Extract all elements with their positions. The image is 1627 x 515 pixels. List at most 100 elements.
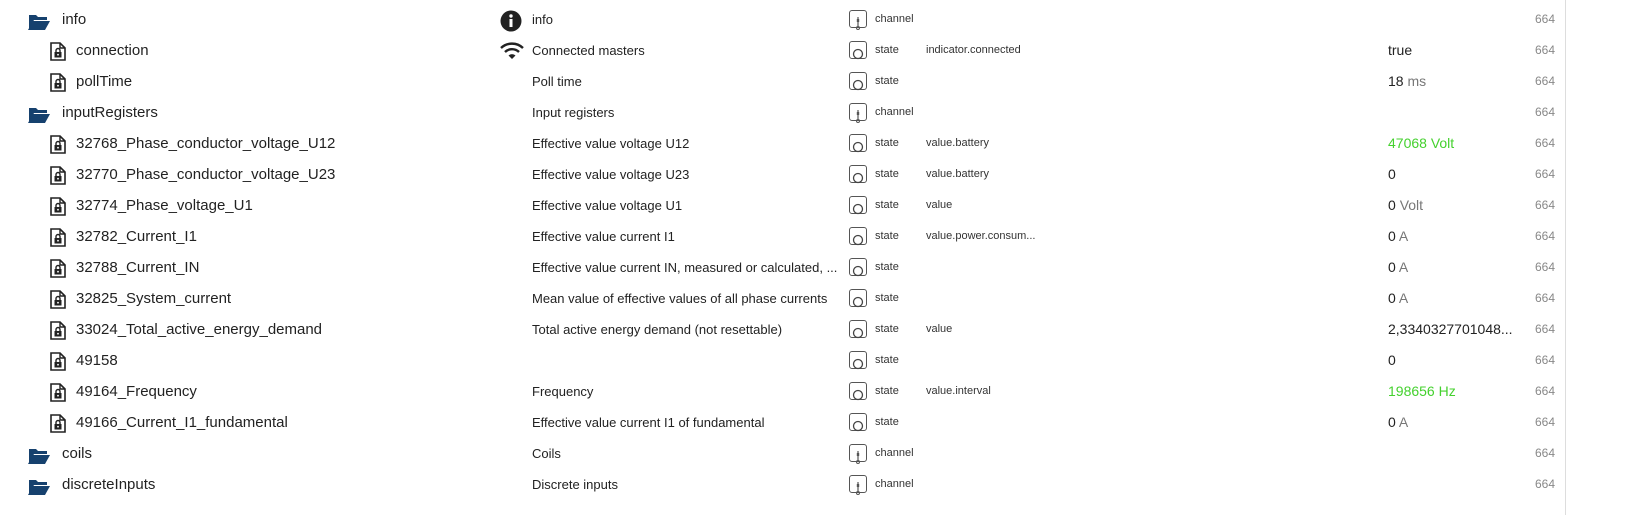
- object-type: state: [875, 199, 899, 211]
- tree-state-row[interactable]: 49166_Current_I1_fundamental Effective va…: [0, 407, 1627, 438]
- folder-open-icon[interactable]: [28, 476, 50, 495]
- object-name: Coils: [532, 446, 561, 461]
- file-lock-icon[interactable]: [50, 72, 66, 92]
- tree-state-row[interactable]: pollTime Poll time state 18 ms 664: [0, 66, 1627, 97]
- file-lock-icon[interactable]: [50, 227, 66, 247]
- tree-folder-row[interactable]: inputRegisters Input registers channel 664: [0, 97, 1627, 128]
- object-acl: 664: [1535, 353, 1556, 367]
- object-value[interactable]: 2,3340327701048...: [1388, 314, 1513, 345]
- tree-state-row[interactable]: 49164_Frequency Frequency state value.inter…: [0, 376, 1627, 407]
- object-type: state: [875, 168, 899, 180]
- object-value[interactable]: true: [1388, 35, 1412, 66]
- tree-state-row[interactable]: 32788_Current_IN Effective value current …: [0, 252, 1627, 283]
- object-value[interactable]: 0: [1388, 345, 1396, 376]
- tree-state-row[interactable]: 32768_Phase_conductor_voltage_U12 Effecti…: [0, 128, 1627, 159]
- object-value[interactable]: 198656 Hz: [1388, 376, 1456, 407]
- object-value[interactable]: 0 Volt: [1388, 190, 1423, 221]
- object-type: channel: [875, 106, 914, 118]
- channel-type-icon: [849, 444, 867, 464]
- file-lock-icon[interactable]: [50, 413, 66, 433]
- object-value[interactable]: 0 A: [1388, 221, 1408, 252]
- object-id: 32788_Current_IN: [76, 259, 200, 276]
- value-number: 0: [1388, 166, 1396, 182]
- object-value[interactable]: 0 A: [1388, 283, 1408, 314]
- object-value[interactable]: 0 A: [1388, 252, 1408, 283]
- tree-state-row[interactable]: 32825_System_current Mean value of effect…: [0, 283, 1627, 314]
- tree-state-row[interactable]: 32770_Phase_conductor_voltage_U23 Effecti…: [0, 159, 1627, 190]
- value-number: 0: [1388, 197, 1396, 213]
- object-type: state: [875, 137, 899, 149]
- state-type-icon: [849, 351, 867, 370]
- object-id: 32774_Phase_voltage_U1: [76, 197, 253, 214]
- object-name: Effective value voltage U1: [532, 198, 683, 213]
- object-acl: 664: [1535, 198, 1556, 212]
- object-id: 49158: [76, 352, 118, 369]
- object-acl: 664: [1535, 384, 1556, 398]
- object-role: value: [926, 199, 953, 211]
- value-number: 0: [1388, 352, 1396, 368]
- object-name: Poll time: [532, 74, 582, 89]
- state-type-icon: [849, 72, 867, 91]
- state-type-icon: [849, 382, 867, 401]
- tree-state-row[interactable]: 49158 state 0 664: [0, 345, 1627, 376]
- object-type: state: [875, 292, 899, 304]
- value-number: 0: [1388, 290, 1396, 306]
- file-lock-icon[interactable]: [50, 196, 66, 216]
- tree-state-row[interactable]: 33024_Total_active_energy_demand Total ac…: [0, 314, 1627, 345]
- object-acl: 664: [1535, 12, 1556, 26]
- file-lock-icon[interactable]: [50, 320, 66, 340]
- value-unit: ms: [1407, 73, 1427, 89]
- object-name: Input registers: [532, 105, 615, 120]
- object-id: discreteInputs: [62, 476, 156, 493]
- object-type: state: [875, 261, 899, 273]
- folder-open-icon[interactable]: [28, 445, 50, 464]
- object-name: Frequency: [532, 384, 594, 399]
- object-name: Effective value voltage U12: [532, 136, 690, 151]
- file-lock-icon[interactable]: [50, 134, 66, 154]
- object-value[interactable]: 47068 Volt: [1388, 128, 1454, 159]
- object-name: Effective value voltage U23: [532, 167, 690, 182]
- value-number: 0: [1388, 414, 1396, 430]
- object-role: value.interval: [926, 385, 991, 397]
- object-value[interactable]: 0: [1388, 159, 1396, 190]
- tree-state-row[interactable]: 32782_Current_I1 Effective value current …: [0, 221, 1627, 252]
- object-id: 32768_Phase_conductor_voltage_U12: [76, 135, 336, 152]
- object-name: Effective value current I1: [532, 229, 675, 244]
- file-lock-icon[interactable]: [50, 351, 66, 371]
- state-type-icon: [849, 41, 867, 60]
- object-name: Discrete inputs: [532, 477, 618, 492]
- value-unit: Volt: [1399, 197, 1424, 213]
- value-unit: A: [1398, 290, 1409, 306]
- file-lock-icon[interactable]: [50, 41, 66, 61]
- object-value[interactable]: 18 ms: [1388, 66, 1426, 97]
- object-acl: 664: [1535, 105, 1556, 119]
- object-acl: 664: [1535, 43, 1556, 57]
- tree-state-row[interactable]: connection Connected masters state indicato…: [0, 35, 1627, 66]
- object-type: state: [875, 44, 899, 56]
- tree-folder-row[interactable]: info info channel 664: [0, 4, 1627, 35]
- folder-open-icon[interactable]: [28, 11, 50, 30]
- value-unit: A: [1398, 228, 1409, 244]
- file-lock-icon[interactable]: [50, 165, 66, 185]
- file-lock-icon[interactable]: [50, 382, 66, 402]
- wifi-icon: [500, 41, 524, 61]
- value-number: 198656: [1388, 383, 1435, 399]
- tree-state-row[interactable]: 32774_Phase_voltage_U1 Effective value vo…: [0, 190, 1627, 221]
- file-lock-icon[interactable]: [50, 258, 66, 278]
- object-type: channel: [875, 447, 914, 459]
- value-unit: A: [1398, 414, 1409, 430]
- object-role: value.battery: [926, 168, 989, 180]
- object-id: info: [62, 11, 87, 28]
- object-id: connection: [76, 42, 149, 59]
- tree-folder-row[interactable]: coils Coils channel 664: [0, 438, 1627, 469]
- state-type-icon: [849, 165, 867, 184]
- object-value[interactable]: 0 A: [1388, 407, 1408, 438]
- folder-open-icon[interactable]: [28, 104, 50, 123]
- object-acl: 664: [1535, 477, 1556, 491]
- value-number: 0: [1388, 259, 1396, 275]
- file-lock-icon[interactable]: [50, 289, 66, 309]
- object-id: inputRegisters: [62, 104, 158, 121]
- tree-folder-row[interactable]: discreteInputs Discrete inputs channel 664: [0, 469, 1627, 500]
- object-type: state: [875, 354, 899, 366]
- object-name: Connected masters: [532, 43, 645, 58]
